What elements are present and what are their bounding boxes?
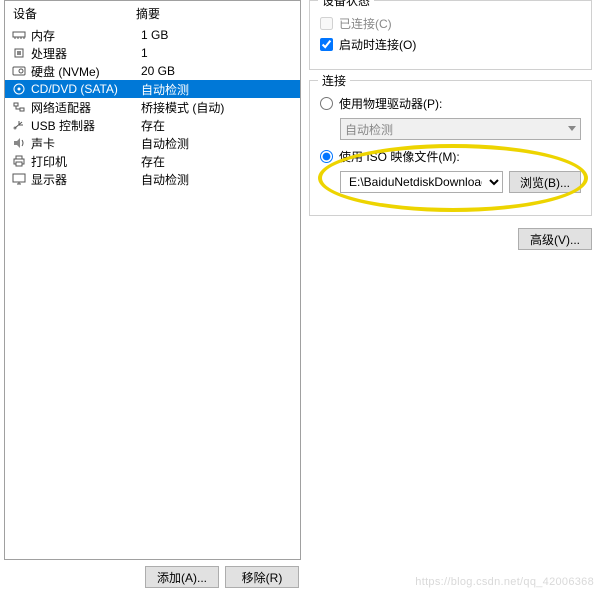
connect-on-start-row[interactable]: 启动时连接(O) [320, 36, 581, 53]
physical-drive-select: 自动检测 [340, 118, 581, 140]
connect-on-start-checkbox[interactable] [320, 38, 333, 51]
device-summary: 存在 [141, 117, 294, 134]
use-iso-radio-row[interactable]: 使用 ISO 映像文件(M): [320, 148, 581, 165]
browse-button[interactable]: 浏览(B)... [509, 171, 581, 193]
connected-checkbox [320, 17, 333, 30]
network-icon [11, 100, 27, 114]
device-status-legend: 设备状态 [318, 0, 374, 9]
device-summary: 1 [141, 46, 294, 60]
device-row[interactable]: 内存1 GB [5, 26, 300, 44]
device-name: 显示器 [31, 171, 141, 188]
connected-checkbox-row: 已连接(C) [320, 15, 581, 32]
device-row[interactable]: 打印机存在 [5, 152, 300, 170]
display-icon [11, 172, 27, 186]
device-summary: 自动检测 [141, 135, 294, 152]
cd-icon [11, 82, 27, 96]
header-device: 设备 [11, 5, 136, 22]
device-summary: 20 GB [141, 64, 294, 78]
device-name: 硬盘 (NVMe) [31, 63, 141, 80]
use-physical-label: 使用物理驱动器(P): [339, 95, 442, 112]
device-row[interactable]: 网络适配器桥接模式 (自动) [5, 98, 300, 116]
physical-drive-value: 自动检测 [345, 121, 393, 138]
device-name: 处理器 [31, 45, 141, 62]
chevron-down-icon [568, 126, 576, 131]
left-column: 设备 摘要 内存1 GB处理器1硬盘 (NVMe)20 GBCD/DVD (SA… [0, 0, 305, 592]
cpu-icon [11, 46, 27, 60]
device-summary: 自动检测 [141, 81, 294, 98]
memory-icon [11, 28, 27, 42]
device-name: 声卡 [31, 135, 141, 152]
device-name: USB 控制器 [31, 117, 141, 134]
use-physical-radio-row[interactable]: 使用物理驱动器(P): [320, 95, 581, 112]
device-summary: 桥接模式 (自动) [141, 99, 294, 116]
disk-icon [11, 64, 27, 78]
right-column: 设备状态 已连接(C) 启动时连接(O) 连接 使用物理驱动器(P): 自动检测 [305, 0, 600, 592]
printer-icon [11, 154, 27, 168]
device-row[interactable]: 处理器1 [5, 44, 300, 62]
device-name: CD/DVD (SATA) [31, 82, 141, 96]
device-row[interactable]: 显示器自动检测 [5, 170, 300, 188]
device-summary: 1 GB [141, 28, 294, 42]
device-list-header: 设备 摘要 [5, 1, 300, 26]
remove-device-button[interactable]: 移除(R) [225, 566, 299, 588]
iso-path-combo[interactable]: E:\BaiduNetdiskDownload\rhel- [340, 171, 503, 193]
use-iso-radio[interactable] [320, 150, 333, 163]
connect-on-start-label: 启动时连接(O) [339, 36, 416, 53]
device-name: 打印机 [31, 153, 141, 170]
device-row[interactable]: 声卡自动检测 [5, 134, 300, 152]
device-summary: 存在 [141, 153, 294, 170]
use-physical-radio[interactable] [320, 97, 333, 110]
device-summary: 自动检测 [141, 171, 294, 188]
usb-icon [11, 118, 27, 132]
device-row[interactable]: USB 控制器存在 [5, 116, 300, 134]
connection-group: 连接 使用物理驱动器(P): 自动检测 使用 ISO 映像文件(M): E:\B… [309, 80, 592, 216]
advanced-button[interactable]: 高级(V)... [518, 228, 592, 250]
header-summary: 摘要 [136, 5, 294, 22]
left-button-bar: 添加(A)... 移除(R) [4, 560, 301, 588]
device-row[interactable]: 硬盘 (NVMe)20 GB [5, 62, 300, 80]
connected-label: 已连接(C) [339, 15, 392, 32]
device-list-panel: 设备 摘要 内存1 GB处理器1硬盘 (NVMe)20 GBCD/DVD (SA… [4, 0, 301, 560]
device-name: 网络适配器 [31, 99, 141, 116]
device-name: 内存 [31, 27, 141, 44]
sound-icon [11, 136, 27, 150]
add-device-button[interactable]: 添加(A)... [145, 566, 219, 588]
device-rows: 内存1 GB处理器1硬盘 (NVMe)20 GBCD/DVD (SATA)自动检… [5, 26, 300, 559]
use-iso-label: 使用 ISO 映像文件(M): [339, 148, 460, 165]
connection-legend: 连接 [318, 72, 350, 89]
device-row[interactable]: CD/DVD (SATA)自动检测 [5, 80, 300, 98]
device-status-group: 设备状态 已连接(C) 启动时连接(O) [309, 0, 592, 70]
